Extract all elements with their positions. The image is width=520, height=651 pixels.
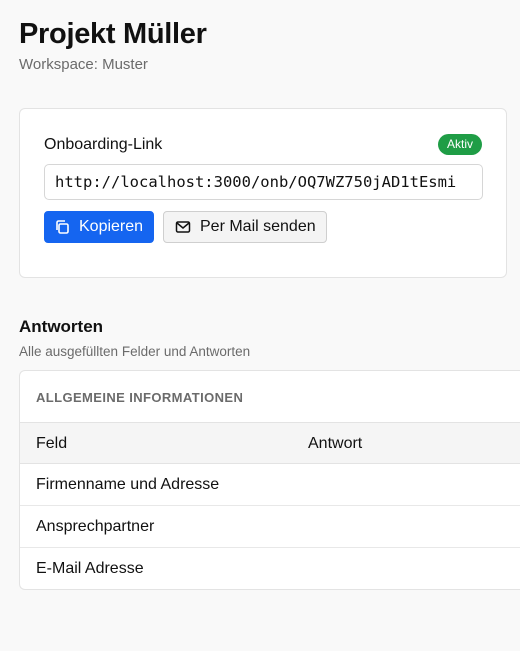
status-badge: Aktiv [437, 134, 482, 155]
answers-subtitle: Alle ausgefüllten Felder und Antworten [19, 344, 251, 359]
table-row: E-Mail Adresse [20, 548, 520, 589]
column-header-answer: Antwort [308, 435, 363, 452]
table-row: Ansprechpartner [20, 506, 520, 548]
row-field: E-Mail Adresse [36, 560, 144, 577]
table-header: Feld Antwort [20, 422, 520, 464]
send-mail-button[interactable]: Per Mail senden [163, 211, 327, 243]
copy-button-label: Kopieren [79, 218, 144, 235]
page-title: Projekt Müller [19, 18, 207, 50]
row-field: Firmenname und Adresse [36, 476, 220, 493]
row-field: Ansprechpartner [36, 518, 155, 535]
workspace-label: Workspace: Muster [19, 56, 148, 73]
answers-card: ALLGEMEINE INFORMATIONEN Feld Antwort Fi… [19, 370, 520, 590]
copy-button[interactable]: Kopieren [44, 211, 154, 243]
onboarding-url-field[interactable] [44, 164, 483, 200]
mail-icon [175, 219, 191, 235]
column-header-field: Feld [36, 435, 68, 452]
onboarding-link-title: Onboarding-Link [44, 136, 163, 153]
copy-icon [54, 219, 70, 235]
answers-title: Antworten [19, 317, 104, 336]
send-mail-button-label: Per Mail senden [200, 218, 316, 235]
onboarding-link-card: Onboarding-Link Aktiv Kopieren Per Mail … [19, 108, 507, 278]
table-row: Firmenname und Adresse [20, 464, 520, 506]
group-heading: ALLGEMEINE INFORMATIONEN [36, 390, 244, 405]
